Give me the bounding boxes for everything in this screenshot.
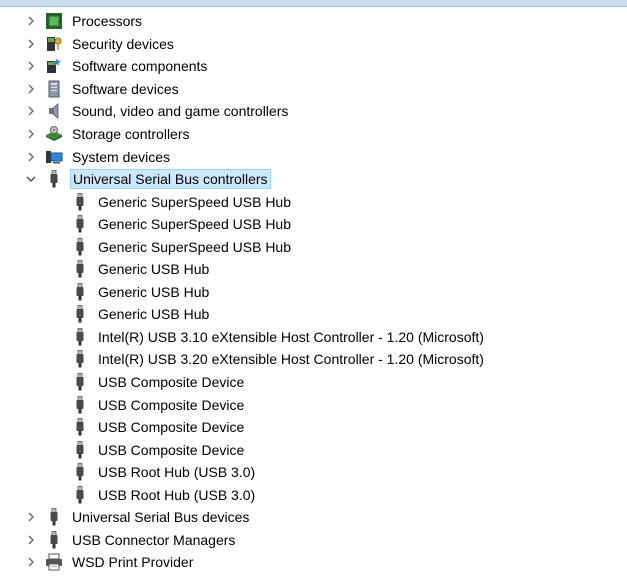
category-label: Processors [72, 13, 143, 30]
chevron-right-icon[interactable] [24, 14, 38, 28]
usb-plug-icon [71, 282, 89, 301]
device-item[interactable]: Generic USB Hub [0, 281, 627, 304]
software-component-icon [45, 57, 63, 75]
category-system-devices[interactable]: System devices [0, 145, 627, 168]
category-usb-connector-managers[interactable]: USB Connector Managers [0, 529, 627, 552]
usb-plug-icon [71, 260, 89, 278]
device-label: USB Root Hub (USB 3.0) [98, 464, 256, 481]
device-item[interactable]: Generic USB Hub [0, 303, 627, 326]
chevron-down-icon[interactable] [24, 172, 38, 186]
category-label: WSD Print Provider [72, 554, 194, 571]
category-wsd-print-provider[interactable]: WSD Print Provider [0, 551, 627, 574]
category-software-components[interactable]: Software components [0, 55, 627, 78]
device-label: USB Composite Device [98, 396, 245, 413]
category-label: Universal Serial Bus controllers [70, 169, 271, 190]
usb-plug-icon [45, 508, 63, 526]
device-label: Generic SuperSpeed USB Hub [98, 193, 291, 210]
category-usb-controllers[interactable]: Universal Serial Bus controllers [0, 168, 627, 191]
usb-plug-icon [45, 530, 63, 549]
usb-plug-icon [71, 305, 89, 323]
device-item[interactable]: Intel(R) USB 3.20 eXtensible Host Contro… [0, 348, 627, 371]
speaker-icon [45, 102, 63, 120]
category-label: Software components [72, 58, 208, 75]
window-top-edge [0, 0, 627, 7]
device-item[interactable]: Generic USB Hub [0, 258, 627, 281]
storage-controller-icon [45, 125, 63, 143]
device-label: Generic USB Hub [98, 306, 210, 323]
device-label: Generic SuperSpeed USB Hub [98, 238, 291, 255]
chevron-right-icon[interactable] [24, 104, 38, 118]
processor-icon [45, 12, 63, 30]
usb-plug-icon [71, 440, 89, 459]
software-device-icon [45, 80, 63, 98]
device-label: USB Composite Device [98, 441, 245, 458]
device-label: Intel(R) USB 3.10 eXtensible Host Contro… [98, 328, 484, 345]
usb-plug-icon [71, 328, 89, 346]
device-label: Intel(R) USB 3.20 eXtensible Host Contro… [98, 351, 484, 368]
device-item[interactable]: USB Composite Device [0, 393, 627, 416]
device-item[interactable]: USB Composite Device [0, 416, 627, 439]
device-item[interactable]: Generic SuperSpeed USB Hub [0, 213, 627, 236]
chevron-right-icon[interactable] [24, 82, 38, 96]
usb-plug-icon [71, 350, 89, 368]
chevron-right-icon[interactable] [24, 510, 38, 524]
device-item[interactable]: USB Root Hub (USB 3.0) [0, 483, 627, 506]
chevron-right-icon[interactable] [24, 37, 38, 51]
category-label: Universal Serial Bus devices [72, 509, 250, 526]
usb-controllers-children: Generic SuperSpeed USB Hub Generic Super… [0, 190, 627, 506]
usb-plug-icon [71, 192, 89, 211]
device-item[interactable]: Generic SuperSpeed USB Hub [0, 235, 627, 258]
device-label: Generic SuperSpeed USB Hub [98, 216, 291, 233]
category-processors[interactable]: Processors [0, 10, 627, 33]
chevron-right-icon[interactable] [24, 533, 38, 547]
category-usb-devices[interactable]: Universal Serial Bus devices [0, 506, 627, 529]
device-label: USB Composite Device [98, 374, 245, 391]
chevron-right-icon[interactable] [24, 127, 38, 141]
printer-icon [45, 553, 63, 571]
category-label: Security devices [72, 35, 174, 52]
device-item[interactable]: USB Composite Device [0, 438, 627, 461]
category-storage-controllers[interactable]: Storage controllers [0, 123, 627, 146]
usb-plug-icon [71, 485, 89, 504]
usb-plug-icon [71, 237, 89, 256]
usb-plug-icon [71, 395, 89, 414]
chevron-right-icon[interactable] [24, 59, 38, 73]
usb-plug-icon [71, 373, 89, 391]
security-key-icon [45, 35, 63, 53]
usb-plug-icon [45, 170, 63, 188]
system-device-icon [45, 148, 63, 166]
category-software-devices[interactable]: Software devices [0, 78, 627, 101]
chevron-right-icon[interactable] [24, 150, 38, 164]
device-item[interactable]: Intel(R) USB 3.10 eXtensible Host Contro… [0, 326, 627, 349]
device-label: USB Composite Device [98, 419, 245, 436]
device-item[interactable]: USB Composite Device [0, 371, 627, 394]
device-item[interactable]: USB Root Hub (USB 3.0) [0, 461, 627, 484]
device-label: Generic USB Hub [98, 283, 210, 300]
device-item[interactable]: Generic SuperSpeed USB Hub [0, 190, 627, 213]
category-label: System devices [72, 148, 171, 165]
device-label: USB Root Hub (USB 3.0) [98, 486, 256, 503]
chevron-right-icon[interactable] [24, 555, 38, 569]
device-label: Generic USB Hub [98, 261, 210, 278]
usb-plug-icon [71, 418, 89, 436]
category-label: USB Connector Managers [72, 531, 236, 548]
usb-plug-icon [71, 463, 89, 481]
category-label: Storage controllers [72, 126, 190, 142]
category-security-devices[interactable]: Security devices [0, 33, 627, 56]
device-tree: Processors Security devices Software com… [0, 10, 627, 574]
category-sound-video-game[interactable]: Sound, video and game controllers [0, 100, 627, 123]
category-label: Software devices [72, 80, 179, 97]
usb-plug-icon [71, 215, 89, 233]
category-label: Sound, video and game controllers [72, 103, 289, 120]
